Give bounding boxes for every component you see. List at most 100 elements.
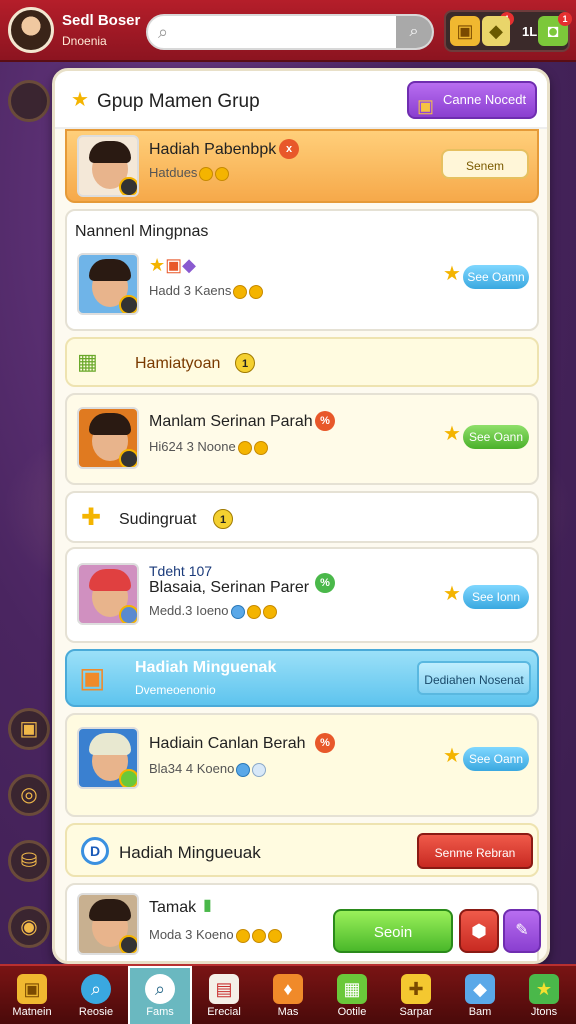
side-gift-icon[interactable]: ▣	[8, 708, 50, 750]
gift-button[interactable]: ⬢	[459, 909, 499, 953]
section-title: Hadiah Minguenak	[135, 659, 277, 676]
badge-icon	[119, 605, 137, 623]
nav-item-bam[interactable]: ◆ Bam	[448, 966, 512, 1024]
user-name: Sedl Boser	[62, 12, 141, 29]
puzzle-icon: ✚	[401, 974, 431, 1004]
side-bag-icon[interactable]: ⛁	[8, 840, 50, 882]
item-sub: Bla34 4 Koeno	[149, 761, 267, 777]
search-button[interactable]: ⌕	[396, 16, 432, 48]
nav-item-mas[interactable]: ♦ Mas	[256, 966, 320, 1024]
avatar	[77, 135, 139, 197]
group-panel: ★ Gpup Mamen Grup ▣ Canne Nocedt Hadiah …	[52, 68, 550, 964]
list-item[interactable]: Nannenl Mingpnas ★▣◆ Hadd 3 Kaens ★ See …	[65, 209, 539, 331]
section-subtitle: Dvemeoenonio	[135, 683, 216, 697]
panel-header-button[interactable]: ▣ Canne Nocedt	[407, 81, 537, 119]
list-item[interactable]: Hadiain Canlan Berah % Bla34 4 Koeno ★ S…	[65, 713, 539, 817]
star-icon: ★	[443, 423, 461, 445]
badge-icon: D	[81, 837, 109, 865]
star-icon: ★	[529, 974, 559, 1004]
avatar[interactable]	[8, 7, 54, 53]
row-button[interactable]: See Oamn	[463, 265, 529, 289]
badge-icon	[119, 177, 137, 195]
row-button[interactable]: See Oann	[463, 747, 529, 771]
cash-icon: ▮	[203, 897, 212, 914]
item-sub: Hadd 3 Kaens	[149, 283, 264, 299]
section-header: ▣ Hadiah Minguenak Dvemeoenonio Dediahen…	[65, 649, 539, 707]
item-name: Manlam Serinan Parah	[149, 413, 313, 430]
section-button[interactable]: Dediahen Nosenat	[417, 661, 531, 695]
row-button[interactable]: See Ionn	[463, 585, 529, 609]
list-item[interactable]: Tamak ▮ Moda 3 Koeno Seoin ⬢ ✎	[65, 883, 541, 961]
cash-icon: ▦	[77, 349, 98, 374]
badge-icon	[119, 769, 137, 787]
section-title: Hamiatyoan	[135, 355, 221, 372]
panel-title: Gpup Mamen Grup	[97, 91, 260, 112]
nav-item-reosie[interactable]: ⌕ Reosie	[64, 966, 128, 1024]
list-item[interactable]: Hadiah Pabenbpk x Hatdues Senem	[65, 129, 539, 203]
search-icon: ⌕	[81, 974, 111, 1004]
nav-item-sarpar[interactable]: ✚ Sarpar	[384, 966, 448, 1024]
box-icon: ◆	[465, 974, 495, 1004]
section-title: Sudingruat	[119, 511, 197, 528]
puzzle-icon: ✚	[81, 504, 102, 531]
section-button[interactable]: Senme Rebran	[417, 833, 533, 869]
side-globe-icon[interactable]: ◉	[8, 906, 50, 948]
search-input[interactable]: ⌕ ⌕	[146, 14, 434, 50]
gift-icon: ▣	[417, 96, 435, 116]
nav-item-jtons[interactable]: ★ Jtons	[512, 966, 576, 1024]
row-button[interactable]: See Oann	[463, 425, 529, 449]
magnify-icon: ⌕	[145, 974, 175, 1004]
side-avatar-icon[interactable]	[8, 80, 50, 122]
side-ring-icon[interactable]: ◎	[8, 774, 50, 816]
item-name: Hadiain Canlan Berah	[149, 735, 306, 752]
item-name: Tamak	[149, 899, 197, 916]
section-header: ▦ Hamiatyoan 1	[65, 337, 539, 387]
badge-icon	[119, 449, 137, 467]
section-title: Hadiah Mingueuak	[119, 843, 261, 862]
share-button[interactable]: ✎	[503, 909, 541, 953]
star-icon: ★	[443, 745, 461, 767]
list-item[interactable]: Manlam Serinan Parah % Hi624 3 Noone ★ S…	[65, 393, 539, 485]
avatar	[77, 563, 139, 625]
ticket-icon[interactable]: ◆	[482, 16, 510, 46]
item-sub: Medd.3 Ioeno	[149, 603, 277, 619]
top-bar: Sedl Boser Dnoenia ⌕ ⌕ ▣ 1 ◆ 1L ◘ 1	[0, 0, 576, 62]
status-badge: %	[315, 573, 335, 593]
nav-item-fams[interactable]: ⌕ Fams	[128, 966, 192, 1024]
avatar	[77, 727, 139, 789]
status-badge: x	[279, 139, 299, 159]
list-item[interactable]: Tdeht 107 Blasaia, Serinan Parer % Medd.…	[65, 547, 539, 643]
item-name: Hadiah Pabenbpk	[149, 141, 277, 158]
status-badge: %	[315, 411, 335, 431]
gift-icon[interactable]: ▣	[450, 16, 480, 46]
badge-icon	[119, 295, 137, 313]
search-icon: ⌕	[158, 22, 169, 42]
item-sub: Hatdues	[149, 165, 230, 181]
avatar	[77, 407, 139, 469]
section-header: ✚ Sudingruat 1	[65, 491, 539, 543]
badge-icon	[119, 935, 137, 953]
nav-item-erecial[interactable]: ▤ Erecial	[192, 966, 256, 1024]
nav-item-ootile[interactable]: ▦ Ootile	[320, 966, 384, 1024]
nav-item-matnein[interactable]: ▣ Matnein	[0, 966, 64, 1024]
section-header: D Hadiah Mingueuak Senme Rebran	[65, 823, 539, 877]
status-badge: %	[315, 733, 335, 753]
gift-icon: ▣	[79, 662, 106, 693]
user-subtitle: Dnoenia	[62, 34, 107, 48]
avatar	[77, 253, 139, 315]
currency-count: 1L	[522, 24, 538, 39]
star-icon: ★	[71, 89, 89, 111]
card-icon: ♦	[273, 974, 303, 1004]
currency-bar: ▣ 1 ◆ 1L ◘ 1	[444, 10, 572, 52]
claim-button[interactable]: Seoin	[333, 909, 453, 953]
item-sub: Moda 3 Koeno	[149, 927, 282, 943]
avatar	[77, 893, 139, 955]
count-badge: 1	[235, 353, 255, 373]
item-name: Tdeht 107	[149, 563, 213, 579]
notification-badge: 1	[558, 12, 572, 26]
item-sub: Hi624 3 Noone	[149, 439, 268, 455]
panel-header: ★ Gpup Mamen Grup ▣ Canne Nocedt	[55, 71, 547, 129]
cash-icon: ▦	[337, 974, 367, 1004]
gift-icon: ▣	[17, 974, 47, 1004]
row-button[interactable]: Senem	[441, 149, 529, 179]
